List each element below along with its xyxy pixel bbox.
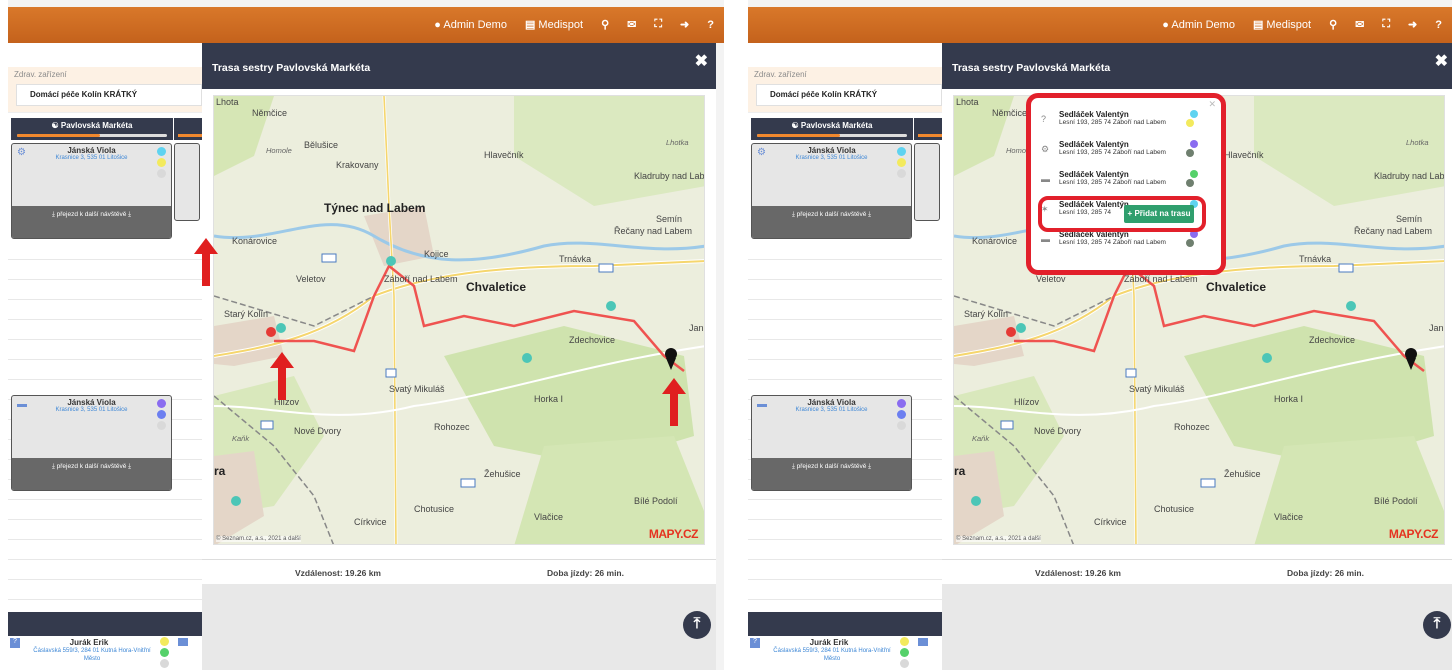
facility-filter: Zdrav. zařízení Domácí péče Kolín KRÁTKÝ [748, 67, 944, 113]
visit-card-next[interactable] [914, 636, 940, 670]
map-copyright[interactable]: © Seznam.cz, a.s., 2021 a další [956, 536, 1041, 542]
scroll-top-icon[interactable]: ⤒ [1423, 611, 1451, 639]
facility-label: Zdrav. zařízení [754, 70, 807, 79]
status-dots [900, 637, 910, 670]
red-arrow-annotation [662, 378, 686, 426]
admin-user-link[interactable]: ● Admin Demo [434, 19, 507, 31]
modal-title: Trasa sestry Pavlovská Markéta [212, 62, 371, 74]
facility-select[interactable]: Domácí péče Kolín KRÁTKÝ [16, 84, 202, 106]
popup-close-icon[interactable]: ✕ [1208, 99, 1216, 110]
user-icon: ☯ [791, 121, 801, 130]
nurse-row-header [8, 612, 204, 636]
nurse-progress-bar [757, 134, 907, 137]
location-popup: ✕? Sedláček Valentýn Lesní 193, 285 74 Záb… [1026, 93, 1226, 275]
next-nurse-column-header[interactable] [174, 118, 204, 140]
bank-icon: ▤ [524, 19, 536, 31]
admin-user-link[interactable]: ● Admin Demo [1162, 19, 1235, 31]
help-icon[interactable]: ? [707, 19, 714, 31]
status-dots [897, 147, 907, 180]
mail-icon[interactable]: ✉ [627, 18, 636, 31]
worker-icon: ⚙ [1041, 144, 1050, 154]
mapy-cz-logo[interactable]: MAPY.CZ [1389, 527, 1439, 541]
status-dots [897, 399, 907, 432]
route-duration: Doba jízdy: 26 min. [1287, 568, 1364, 578]
fullscreen-icon[interactable]: ⛶ [654, 18, 662, 31]
fullscreen-icon[interactable]: ⛶ [1382, 18, 1390, 31]
company-link[interactable]: ▤ Medispot [525, 18, 583, 31]
top-nav: ● Admin Demo ▤ Medispot ⚲ ✉ ⛶ ➜ ? [1162, 18, 1442, 31]
red-arrow-annotation [270, 352, 294, 400]
nurse-column-header[interactable]: ☯ Pavlovská Markéta [11, 118, 173, 140]
status-dots [1186, 110, 1198, 130]
visit-card[interactable]: ⚙ Jánská Viola Krasnice 3, 535 01 Litoši… [751, 143, 912, 239]
top-nav: ● Admin Demo ▤ Medispot ⚲ ✉ ⛶ ➜ ? [434, 18, 714, 31]
visit-card[interactable]: ▬ Jánská Viola Krasnice 3, 535 01 Litoši… [751, 395, 912, 491]
route-distance: Vzdálenost: 19.26 km [1035, 568, 1121, 578]
status-dots [1186, 140, 1198, 160]
bed-icon: ▬ [1041, 234, 1050, 244]
status-dots [157, 147, 167, 180]
visit-card-next[interactable] [914, 143, 940, 221]
route-duration: Doba jízdy: 26 min. [547, 568, 624, 578]
top-bar: ● Admin Demo ▤ Medispot ⚲ ✉ ⛶ ➜ ? [748, 7, 1452, 43]
user-icon: ● [1162, 18, 1169, 31]
next-nurse-column-header[interactable] [914, 118, 944, 140]
modal-title: Trasa sestry Pavlovská Markéta [952, 62, 1111, 74]
transfer-bar[interactable]: ⤓ přejezd k další návštěvě ⤓ [752, 458, 911, 490]
visit-card-next[interactable] [174, 636, 200, 670]
search-icon[interactable]: ⚲ [601, 18, 609, 31]
transfer-bar[interactable]: ⤓ přejezd k další návštěvě ⤓ [752, 206, 911, 238]
visit-card[interactable]: ? Jurák Erik Čáslavská 559/3, 284 01 Kut… [748, 636, 910, 670]
status-dots [1186, 230, 1198, 250]
nurse-column-header[interactable]: ☯ Pavlovská Markéta [751, 118, 913, 140]
logout-icon[interactable]: ➜ [1408, 18, 1417, 31]
nurse-progress-bar [17, 134, 167, 137]
popup-visit-item[interactable]: ? Sedláček Valentýn Lesní 193, 285 74 Zábo… [1041, 110, 1211, 138]
company-link[interactable]: ▤ Medispot [1253, 18, 1311, 31]
add-to-route-button[interactable]: + Přidat na trasu [1124, 205, 1194, 223]
right-screenshot: ● Admin Demo ▤ Medispot ⚲ ✉ ⛶ ➜ ? Zdrav.… [748, 0, 1452, 670]
status-dots [157, 399, 167, 432]
user-icon: ● [434, 18, 441, 31]
facility-filter: Zdrav. zařízení Domácí péče Kolín KRÁTKÝ [8, 67, 204, 113]
visit-card[interactable]: ⚙ Jánská Viola Krasnice 3, 535 01 Litoši… [11, 143, 172, 239]
visit-card-next[interactable] [174, 143, 200, 221]
transfer-bar[interactable]: ⤓ přejezd k další návštěvě ⤓ [12, 458, 171, 490]
search-icon[interactable]: ⚲ [1329, 18, 1337, 31]
close-icon[interactable]: ✖ [695, 51, 708, 71]
bank-icon: ▤ [1252, 19, 1264, 31]
user-icon: ☯ [51, 121, 61, 130]
popup-visit-item[interactable]: ▬ Sedláček Valentýn Lesní 193, 285 74 Zábo… [1041, 170, 1211, 198]
scroll-top-icon[interactable]: ⤒ [683, 611, 711, 639]
help-icon[interactable]: ? [1435, 19, 1442, 31]
bed-icon: ▬ [1041, 174, 1050, 184]
question-icon: ? [1041, 114, 1047, 124]
transfer-bar[interactable]: ⤓ přejezd k další návštěvě ⤓ [12, 206, 171, 238]
close-icon[interactable]: ✖ [1435, 51, 1448, 71]
route-stats: Vzdálenost: 19.26 km Doba jízdy: 26 min. [942, 559, 1452, 583]
modal-body: Lhota Němčice Bělušice Homole Krakovany … [202, 89, 716, 584]
logout-icon[interactable]: ➜ [680, 18, 689, 31]
modal-header: Trasa sestry Pavlovská Markéta [202, 43, 716, 89]
red-arrow-annotation [194, 238, 218, 286]
popup-visit-item[interactable]: ⚙ Sedláček Valentýn Lesní 193, 285 74 Zábo… [1041, 140, 1211, 168]
facility-label: Zdrav. zařízení [14, 70, 67, 79]
popup-visit-item[interactable]: ▬ Sedláček Valentýn Lesní 193, 285 74 Zábo… [1041, 230, 1211, 258]
mail-icon[interactable]: ✉ [1355, 18, 1364, 31]
route-map[interactable]: Lhota Němčice Bělušice Homole Krakovany … [213, 95, 705, 545]
mapy-cz-logo[interactable]: MAPY.CZ [649, 527, 699, 541]
status-dots [160, 637, 170, 670]
top-bar: ● Admin Demo ▤ Medispot ⚲ ✉ ⛶ ➜ ? [8, 7, 724, 43]
visit-card[interactable]: ? Jurák Erik Čáslavská 559/3, 284 01 Kut… [8, 636, 170, 670]
route-distance: Vzdálenost: 19.26 km [295, 568, 381, 578]
modal-header: Trasa sestry Pavlovská Markéta [942, 43, 1452, 89]
status-dots [1186, 170, 1198, 190]
route-stats: Vzdálenost: 19.26 km Doba jízdy: 26 min. [202, 559, 716, 583]
map-copyright[interactable]: © Seznam.cz, a.s., 2021 a další [216, 536, 301, 542]
visit-card[interactable]: ▬ Jánská Viola Krasnice 3, 535 01 Litoši… [11, 395, 172, 491]
facility-select[interactable]: Domácí péče Kolín KRÁTKÝ [756, 84, 942, 106]
map-graphics [214, 96, 704, 544]
nurse-row-header [748, 612, 944, 636]
left-screenshot: ● Admin Demo ▤ Medispot ⚲ ✉ ⛶ ➜ ? Zdrav.… [8, 0, 724, 670]
